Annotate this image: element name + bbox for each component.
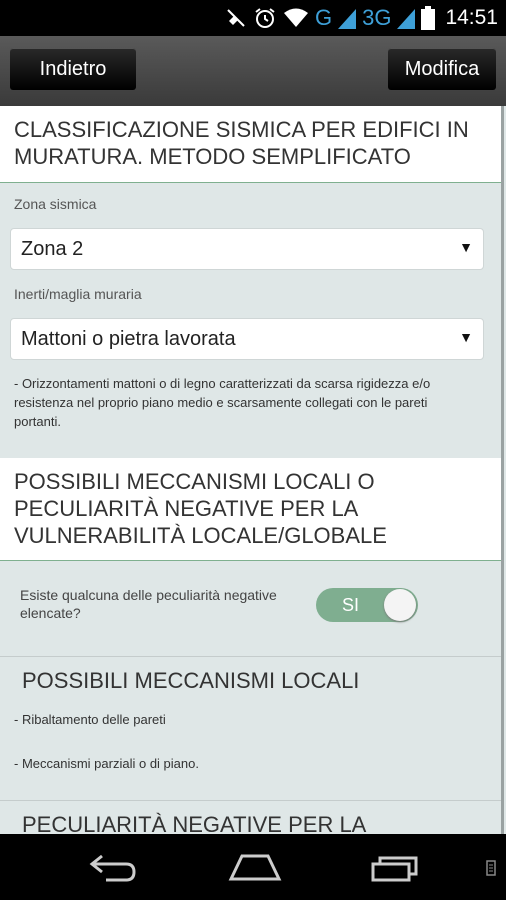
list-item: - Meccanismi parziali o di piano. [14,756,199,771]
recent-apps-icon[interactable] [370,852,422,882]
edit-button[interactable]: Modifica [388,48,496,90]
content-scroll[interactable]: CLASSIFICAZIONE SISMICA PER EDIFICI IN M… [0,106,506,834]
back-nav-icon[interactable] [88,852,138,882]
section-title: CLASSIFICAZIONE SISMICA PER EDIFICI IN M… [14,117,469,169]
menu-icon[interactable] [486,860,496,876]
network-3g-label: 3G [362,5,392,30]
battery-icon [421,6,436,30]
signal-icon [338,9,357,29]
wifi-icon [283,8,308,27]
scrollbar[interactable] [501,106,504,834]
toggle-label: SI [342,595,360,615]
divider [0,800,502,801]
back-button[interactable]: Indietro [10,48,136,90]
clock: 14:51 [445,6,498,29]
peculiarity-toggle[interactable]: SI [316,588,418,622]
list-item: - Ribaltamento delle pareti [14,712,166,727]
dropdown-caret-icon: ▼ [459,239,473,255]
home-nav-icon[interactable] [228,852,282,882]
peculiarity-question: Esiste qualcuna delle peculiarità negati… [20,587,277,621]
status-bar: G 3G 14:51 [0,0,506,36]
inerti-value: Mattoni o pietra lavorata [21,328,236,350]
status-icons: G 3G 14:51 [225,4,498,32]
action-bar: Indietro Modifica [0,36,506,106]
description-note: - Orizzontamenti mattoni o di legno cara… [14,376,431,429]
classification-header: CLASSIFICAZIONE SISMICA PER EDIFICI IN M… [0,106,502,183]
inerti-select[interactable]: Mattoni o pietra lavorata ▼ [10,318,484,360]
zona-value: Zona 2 [21,238,84,260]
divider [0,656,502,657]
dropdown-caret-icon: ▼ [459,329,473,345]
local-mechanisms-title: POSSIBILI MECCANISMI LOCALI [22,668,360,693]
network-g-label: G [314,5,333,30]
zona-label: Zona sismica [14,196,97,212]
next-section-title: PECULIARITÀ NEGATIVE PER LA [22,812,367,834]
inerti-label: Inerti/maglia muraria [14,286,142,302]
navigation-bar [0,834,506,900]
section-title: POSSIBILI MECCANISMI LOCALI O PECULIARIT… [14,469,387,548]
mute-icon [227,9,245,27]
toggle-knob [384,589,416,621]
mechanisms-header: POSSIBILI MECCANISMI LOCALI O PECULIARIT… [0,458,502,561]
alarm-icon [255,8,275,28]
zona-select[interactable]: Zona 2 ▼ [10,228,484,270]
signal-icon [397,9,416,29]
